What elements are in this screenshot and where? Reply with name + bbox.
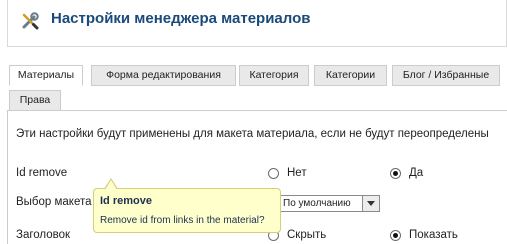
- tab-category[interactable]: Категория: [239, 65, 309, 86]
- id-remove-no-radio[interactable]: [268, 168, 279, 179]
- wrench-screwdriver-icon: [22, 12, 39, 30]
- id-remove-yes-radio[interactable]: [390, 168, 401, 179]
- title-show-radio[interactable]: [390, 230, 401, 241]
- title-hide-label: Скрыть: [287, 229, 327, 241]
- chevron-down-icon[interactable]: [362, 196, 379, 211]
- tab-materials[interactable]: Материалы: [9, 65, 83, 86]
- panel-description: Эти настройки будут применены для макета…: [16, 128, 489, 140]
- page-title: Настройки менеджера материалов: [51, 10, 311, 27]
- page-header: Настройки менеджера материалов: [7, 0, 507, 47]
- id-remove-label: Id remove: [16, 167, 68, 179]
- layout-select-value: По умолчанию: [283, 198, 351, 209]
- layout-select-label: Выбор макета: [16, 196, 92, 208]
- tab-categories[interactable]: Категории: [314, 65, 387, 86]
- tab-blog-featured[interactable]: Блог / Избранные: [392, 65, 500, 86]
- id-remove-no-label: Нет: [287, 167, 307, 179]
- title-show-label: Показать: [409, 229, 458, 241]
- layout-select[interactable]: По умолчанию: [278, 195, 380, 212]
- tooltip-text: Remove id from links in the material?: [100, 215, 265, 226]
- id-remove-yes-label: Да: [409, 167, 424, 179]
- title-label: Заголовок: [16, 229, 71, 241]
- tooltip-title: Id remove: [100, 195, 152, 207]
- tooltip: Id remove Remove id from links in the ma…: [93, 178, 281, 233]
- tab-permissions[interactable]: Права: [9, 90, 61, 111]
- tab-edit-form[interactable]: Форма редактирования: [91, 65, 236, 86]
